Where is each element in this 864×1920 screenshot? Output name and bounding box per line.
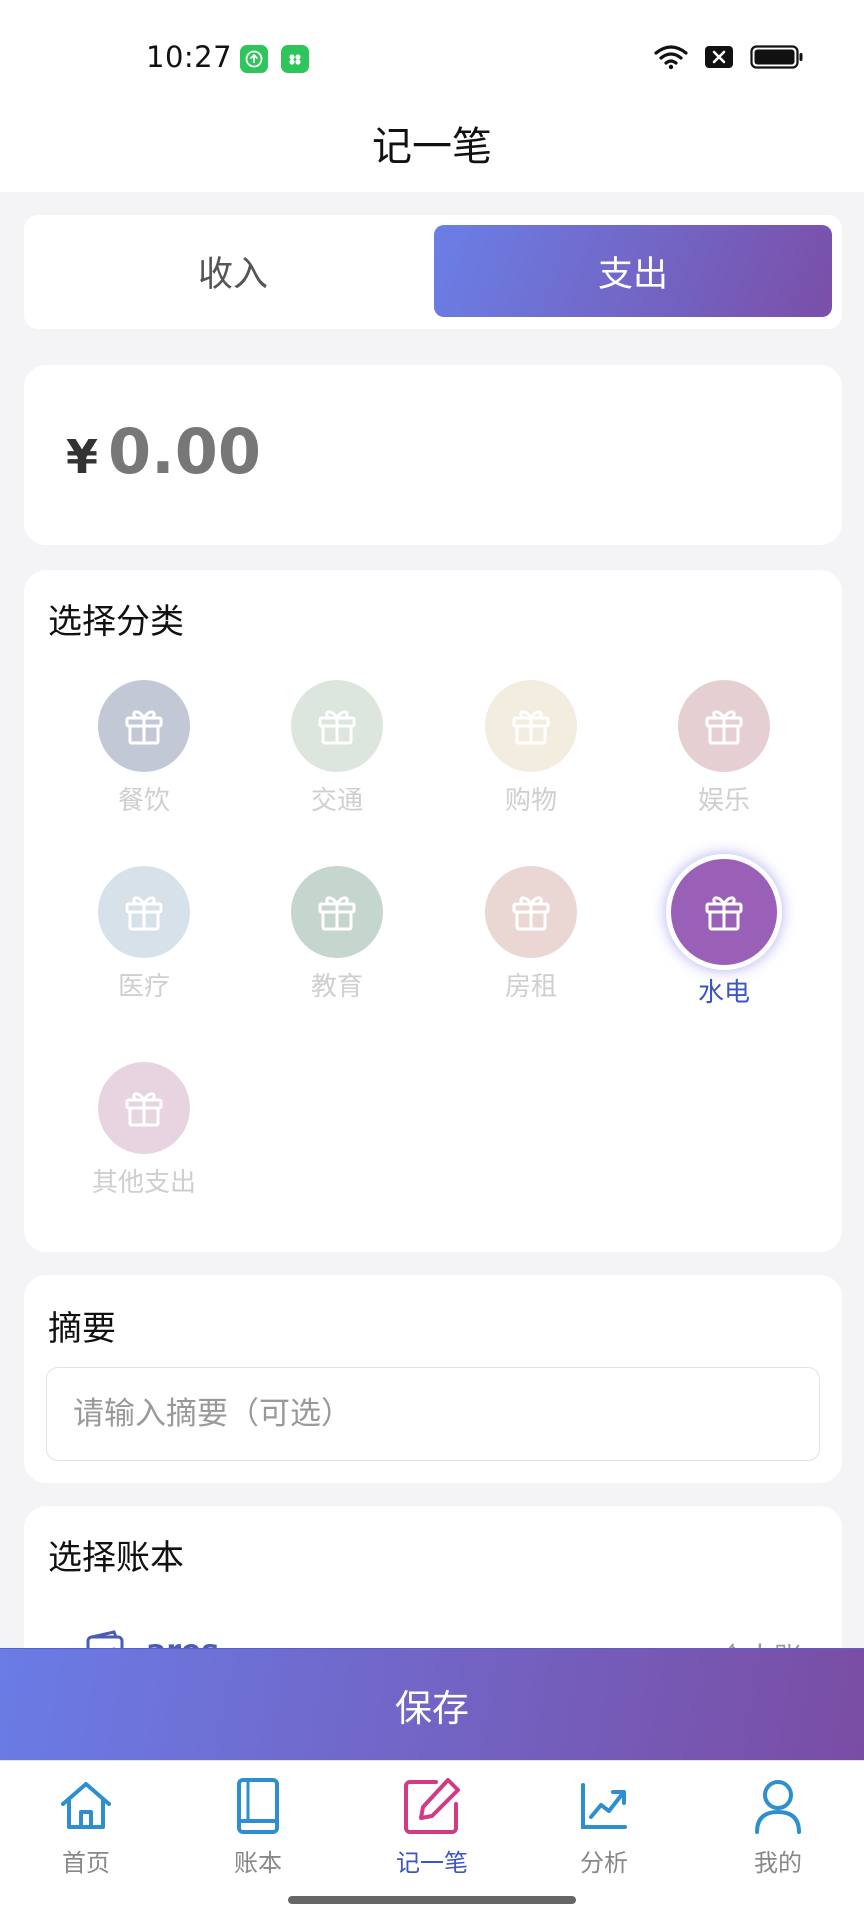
page-title: 记一笔 xyxy=(372,124,492,170)
summary-input[interactable] xyxy=(46,1367,820,1461)
category-item[interactable]: 交通 xyxy=(257,680,417,817)
gift-icon xyxy=(291,866,383,958)
nav-label-record: 记一笔 xyxy=(396,1849,468,1877)
category-item[interactable]: 其他支出 xyxy=(64,1062,224,1199)
summary-card: 摘要 xyxy=(24,1275,842,1483)
nav-label-analysis: 分析 xyxy=(580,1849,628,1877)
category-card: 选择分类 餐饮 交通 购物 娱乐医疗 教育 房租 水电其他支出 xyxy=(24,570,842,1252)
gift-icon xyxy=(291,680,383,772)
nav-item-home[interactable]: 首页 xyxy=(26,1775,146,1878)
status-time: 10:27 xyxy=(146,40,233,74)
category-label: 购物 xyxy=(504,786,557,816)
status-bar: 10:27 xyxy=(0,0,864,100)
type-tabs: 收入 支出 xyxy=(24,215,842,329)
chart-icon xyxy=(581,1783,627,1829)
category-item[interactable]: 购物 xyxy=(451,680,611,817)
gift-icon xyxy=(98,1062,190,1154)
currency-symbol: ¥ xyxy=(66,430,99,484)
edit-icon xyxy=(404,1778,460,1834)
gift-icon xyxy=(485,866,577,958)
category-label: 房租 xyxy=(504,972,557,1002)
sim-off-icon xyxy=(705,46,733,68)
amount-value[interactable]: 0.00 xyxy=(108,415,261,488)
nav-label-book: 账本 xyxy=(234,1849,282,1877)
nav-item-record[interactable]: 记一笔 xyxy=(372,1775,492,1878)
gift-icon xyxy=(678,680,770,772)
category-item[interactable]: 医疗 xyxy=(64,866,224,1003)
summary-title: 摘要 xyxy=(48,1309,116,1349)
wifi-icon xyxy=(654,45,688,70)
category-label: 医疗 xyxy=(117,972,170,1002)
save-button[interactable]: 保存 xyxy=(0,1648,864,1760)
category-label: 教育 xyxy=(310,972,363,1002)
nav-item-analysis[interactable]: 分析 xyxy=(544,1775,664,1878)
battery-icon xyxy=(750,45,803,69)
nav-item-book[interactable]: 账本 xyxy=(198,1775,318,1878)
upload-app-icon xyxy=(240,45,268,73)
nav-label-home: 首页 xyxy=(62,1849,110,1877)
nav-label-profile: 我的 xyxy=(754,1849,802,1877)
user-icon xyxy=(755,1780,801,1834)
category-item[interactable]: 教育 xyxy=(257,866,417,1003)
category-label: 其他支出 xyxy=(91,1168,196,1198)
amount-card[interactable]: ¥ 0.00 xyxy=(24,365,842,545)
page-header: 记一笔 xyxy=(0,100,864,192)
gift-icon xyxy=(485,680,577,772)
category-item[interactable]: 水电 xyxy=(644,854,804,1009)
category-label: 水电 xyxy=(697,978,750,1008)
status-icons xyxy=(654,44,804,70)
category-label: 娱乐 xyxy=(697,786,750,816)
category-label: 餐饮 xyxy=(117,786,170,816)
book-title: 选择账本 xyxy=(48,1538,184,1578)
category-item[interactable]: 房租 xyxy=(451,866,611,1003)
category-title: 选择分类 xyxy=(48,602,184,642)
tab-income[interactable]: 收入 xyxy=(34,225,432,317)
home-icon xyxy=(61,1782,111,1829)
category-item[interactable]: 餐饮 xyxy=(64,680,224,817)
gift-icon xyxy=(98,866,190,958)
nav-item-profile[interactable]: 我的 xyxy=(718,1775,838,1878)
gift-icon xyxy=(98,680,190,772)
tab-expense[interactable]: 支出 xyxy=(434,225,832,317)
home-indicator xyxy=(288,1896,576,1904)
amount-display[interactable]: ¥ 0.00 xyxy=(66,415,261,488)
wechat-app-icon xyxy=(281,45,309,73)
category-label: 交通 xyxy=(310,786,363,816)
gift-icon xyxy=(666,854,782,970)
category-item[interactable]: 娱乐 xyxy=(644,680,804,817)
book-icon xyxy=(237,1778,279,1834)
